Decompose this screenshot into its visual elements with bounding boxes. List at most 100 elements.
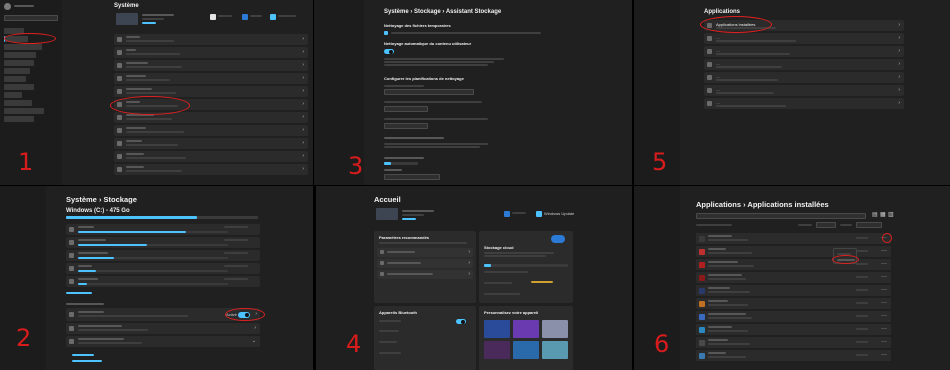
breadcrumb-system[interactable]: Système bbox=[66, 195, 97, 204]
focus-icon bbox=[117, 76, 122, 81]
sidebar-item-system[interactable] bbox=[4, 36, 28, 42]
setting-row-multitasking[interactable]: › bbox=[114, 125, 308, 136]
websites-apps-icon bbox=[707, 75, 712, 80]
chevron-right-icon: › bbox=[898, 22, 900, 28]
advanced-storage-settings-row[interactable]: ⌄ bbox=[66, 336, 260, 347]
setting-row-activation[interactable]: › bbox=[114, 138, 308, 149]
filter-select[interactable] bbox=[816, 222, 836, 228]
storage-sense-toggle[interactable] bbox=[238, 311, 250, 318]
setting-row-focus[interactable]: › bbox=[114, 73, 308, 84]
storage-category-row[interactable] bbox=[66, 263, 260, 274]
sidebar-item-bluetooth[interactable] bbox=[4, 44, 42, 50]
wallpaper-option[interactable] bbox=[513, 341, 539, 359]
apps-item-websites[interactable]: … › bbox=[704, 72, 904, 83]
more-options-icon[interactable]: ··· bbox=[881, 313, 887, 319]
context-menu-item-modify[interactable] bbox=[837, 253, 851, 255]
storage-icon bbox=[117, 102, 122, 107]
setting-row-power[interactable]: › bbox=[114, 86, 308, 97]
breadcrumb-system[interactable]: Système bbox=[384, 9, 409, 15]
rename-link[interactable] bbox=[142, 22, 156, 24]
sort-select[interactable] bbox=[856, 222, 882, 228]
offline-maps-icon bbox=[707, 62, 712, 67]
sidebar-item-apps[interactable] bbox=[4, 68, 30, 74]
sidebar-item-home[interactable] bbox=[4, 28, 24, 34]
onedrive-label bbox=[512, 212, 526, 214]
downloads-select[interactable] bbox=[384, 123, 428, 129]
notifications-icon bbox=[117, 63, 122, 68]
apps-item-installed[interactable]: Applications installées › bbox=[704, 20, 904, 31]
breadcrumb-storage[interactable]: Stockage bbox=[414, 9, 441, 15]
sidebar-item-time-language[interactable] bbox=[4, 84, 34, 90]
wallpaper-option[interactable] bbox=[484, 341, 510, 359]
context-menu-item-uninstall[interactable] bbox=[837, 259, 855, 261]
show-more-categories-link[interactable] bbox=[66, 292, 92, 294]
recycle-bin-select[interactable] bbox=[384, 106, 428, 112]
checkbox-temp-files[interactable] bbox=[384, 31, 388, 35]
more-options-icon[interactable]: ··· bbox=[881, 287, 887, 293]
setting-row-nearby-sharing[interactable]: › bbox=[114, 112, 308, 123]
recovery-icon bbox=[117, 167, 122, 172]
wallpaper-option[interactable] bbox=[542, 341, 568, 359]
storage-category-row[interactable] bbox=[66, 276, 260, 287]
get-help-link[interactable] bbox=[72, 354, 94, 356]
search-settings-input[interactable] bbox=[4, 15, 58, 21]
list-view-icon[interactable]: ▤ bbox=[872, 212, 878, 218]
wallpaper-option[interactable] bbox=[484, 320, 510, 338]
give-feedback-link[interactable] bbox=[72, 360, 102, 362]
storage-sense-row[interactable]: Activé › bbox=[66, 308, 260, 321]
breadcrumb-apps[interactable]: Applications bbox=[696, 200, 741, 209]
recommended-row[interactable]: › bbox=[377, 259, 473, 268]
storage-category-row[interactable] bbox=[66, 237, 260, 248]
rename-link[interactable] bbox=[402, 218, 416, 220]
more-options-icon[interactable]: ··· bbox=[881, 326, 887, 332]
step-number-1: 1 bbox=[18, 148, 34, 176]
bluetooth-toggle[interactable] bbox=[456, 319, 466, 324]
wallpaper-option[interactable] bbox=[513, 320, 539, 338]
setting-row-sound[interactable]: › bbox=[114, 47, 308, 58]
wallpaper-option[interactable] bbox=[542, 320, 568, 338]
grid-view-icon[interactable]: ▦ bbox=[880, 212, 886, 218]
sidebar-item-accessibility[interactable] bbox=[4, 100, 32, 106]
search-apps-input[interactable] bbox=[696, 213, 866, 219]
more-options-icon[interactable]: ··· bbox=[881, 339, 887, 345]
apps-item-default[interactable]: … › bbox=[704, 46, 904, 57]
chevron-right-icon: › bbox=[254, 325, 256, 331]
setting-row-troubleshoot[interactable]: › bbox=[114, 151, 308, 162]
display-icon bbox=[117, 37, 122, 42]
sidebar-item-windows-update[interactable] bbox=[4, 116, 34, 122]
onedrive-select[interactable] bbox=[384, 174, 440, 180]
sidebar-item-privacy[interactable] bbox=[4, 108, 44, 114]
device-name bbox=[402, 210, 434, 212]
setting-row-notifications[interactable]: › bbox=[114, 60, 308, 71]
apps-item-video-playback[interactable]: … › bbox=[704, 85, 904, 96]
apps-item-startup[interactable]: … › bbox=[704, 98, 904, 109]
step-number-6: 6 bbox=[654, 330, 670, 358]
apps-item-offline-maps[interactable]: … › bbox=[704, 59, 904, 70]
more-options-icon[interactable]: ··· bbox=[881, 235, 887, 241]
sidebar-item-personalization[interactable] bbox=[4, 60, 34, 66]
more-options-icon[interactable]: ··· bbox=[881, 300, 887, 306]
more-options-icon[interactable]: ··· bbox=[881, 248, 887, 254]
recommended-row[interactable]: › bbox=[377, 248, 473, 257]
setting-row-recovery[interactable]: › bbox=[114, 164, 308, 175]
run-storage-sense-select[interactable] bbox=[384, 89, 474, 95]
setting-row-display[interactable]: › bbox=[114, 34, 308, 45]
storage-category-row[interactable] bbox=[66, 250, 260, 261]
apps-item-advanced[interactable]: … › bbox=[704, 33, 904, 44]
personalize-card: Personnalisez votre appareil bbox=[479, 306, 573, 370]
more-options-icon[interactable]: ··· bbox=[881, 352, 887, 358]
windows-update-icon bbox=[536, 211, 542, 217]
sidebar-item-network[interactable] bbox=[4, 52, 36, 58]
storage-category-row[interactable] bbox=[66, 224, 260, 235]
breadcrumb: Système › Stockage bbox=[66, 195, 137, 204]
auto-cleanup-toggle[interactable] bbox=[384, 49, 394, 54]
sidebar-item-accounts[interactable] bbox=[4, 76, 26, 82]
temp-files-description bbox=[391, 32, 541, 34]
cleanup-recommendations-row[interactable]: › bbox=[66, 323, 260, 334]
sidebar-item-gaming[interactable] bbox=[4, 92, 22, 98]
setting-row-storage[interactable]: › bbox=[114, 99, 308, 110]
recommended-row[interactable]: › bbox=[377, 270, 473, 279]
more-options-icon[interactable]: ··· bbox=[881, 261, 887, 267]
tile-view-icon[interactable]: ▥ bbox=[888, 212, 894, 218]
more-options-icon[interactable]: ··· bbox=[881, 274, 887, 280]
